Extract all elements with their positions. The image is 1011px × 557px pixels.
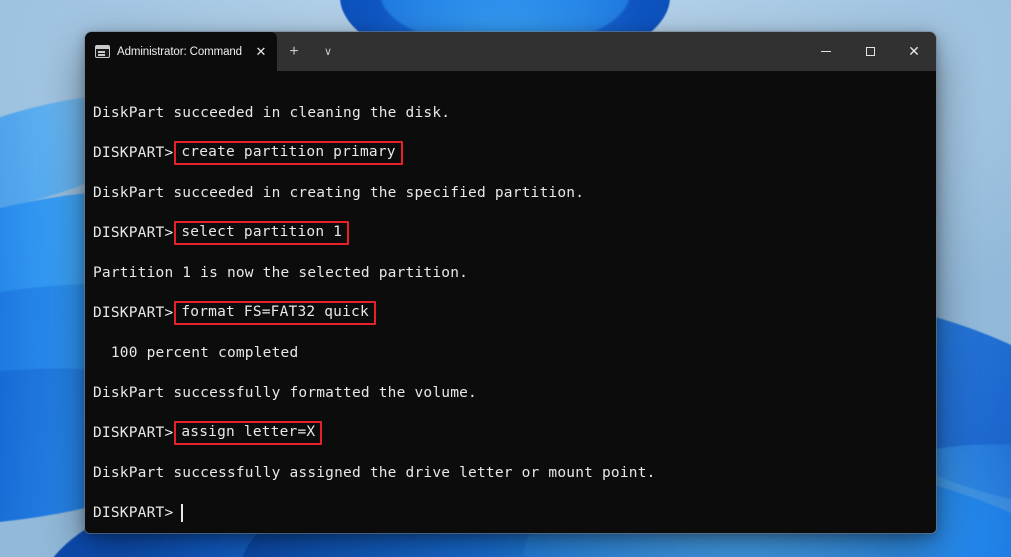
minimize-icon	[821, 51, 831, 52]
terminal-output-text: DiskPart successfully formatted the volu…	[93, 385, 477, 401]
highlighted-command: create partition primary	[174, 141, 403, 165]
window-title-bar[interactable]: Administrator: Command Promp ✕ + ∨ ✕	[85, 32, 936, 71]
console-icon	[95, 45, 110, 58]
terminal-line: DISKPART> assign letter=X	[93, 413, 936, 453]
terminal-output-text: DiskPart succeeded in creating the speci…	[93, 185, 585, 201]
prompt-label: DISKPART>	[93, 505, 174, 521]
command-prompt-window: Administrator: Command Promp ✕ + ∨ ✕ Dis…	[85, 32, 936, 533]
maximize-button[interactable]	[848, 32, 892, 71]
terminal-line: 100 percent completed	[93, 333, 936, 373]
window-controls: ✕	[804, 32, 936, 71]
text-cursor	[181, 504, 184, 522]
terminal-output-area[interactable]: DiskPart succeeded in cleaning the disk.…	[85, 71, 936, 533]
highlighted-command: assign letter=X	[174, 421, 323, 445]
terminal-line: DISKPART> create partition primary	[93, 133, 936, 173]
maximize-icon	[865, 47, 875, 56]
prompt-label: DISKPART>	[93, 225, 174, 241]
tab-strip: Administrator: Command Promp ✕ + ∨	[85, 32, 804, 71]
prompt-label: DISKPART>	[93, 145, 174, 161]
terminal-line: DiskPart succeeded in cleaning the disk.	[93, 93, 936, 133]
tab-close-icon[interactable]: ✕	[251, 42, 271, 62]
highlighted-command: format FS=FAT32 quick	[174, 301, 376, 325]
chevron-down-icon[interactable]: ∨	[311, 37, 345, 67]
terminal-line: DiskPart succeeded in creating the speci…	[93, 173, 936, 213]
terminal-progress-text: 100 percent completed	[93, 345, 299, 361]
minimize-button[interactable]	[804, 32, 848, 71]
new-tab-button[interactable]: +	[277, 37, 311, 67]
prompt-label: DISKPART>	[93, 305, 174, 321]
terminal-line: DiskPart successfully formatted the volu…	[93, 373, 936, 413]
tab-administrator-command-prompt[interactable]: Administrator: Command Promp ✕	[85, 32, 277, 71]
terminal-output-text: DiskPart succeeded in cleaning the disk.	[93, 105, 451, 121]
tab-title-label: Administrator: Command Promp	[117, 45, 244, 58]
terminal-input-line[interactable]: DISKPART>	[93, 493, 936, 533]
terminal-line: DISKPART> select partition 1	[93, 213, 936, 253]
terminal-line: Partition 1 is now the selected partitio…	[93, 253, 936, 293]
terminal-line: DiskPart successfully assigned the drive…	[93, 453, 936, 493]
prompt-label: DISKPART>	[93, 425, 174, 441]
terminal-output-text: DiskPart successfully assigned the drive…	[93, 465, 656, 481]
terminal-line: DISKPART> format FS=FAT32 quick	[93, 293, 936, 333]
highlighted-command: select partition 1	[174, 221, 350, 245]
close-button[interactable]: ✕	[892, 32, 936, 71]
terminal-output-text: Partition 1 is now the selected partitio…	[93, 265, 469, 281]
